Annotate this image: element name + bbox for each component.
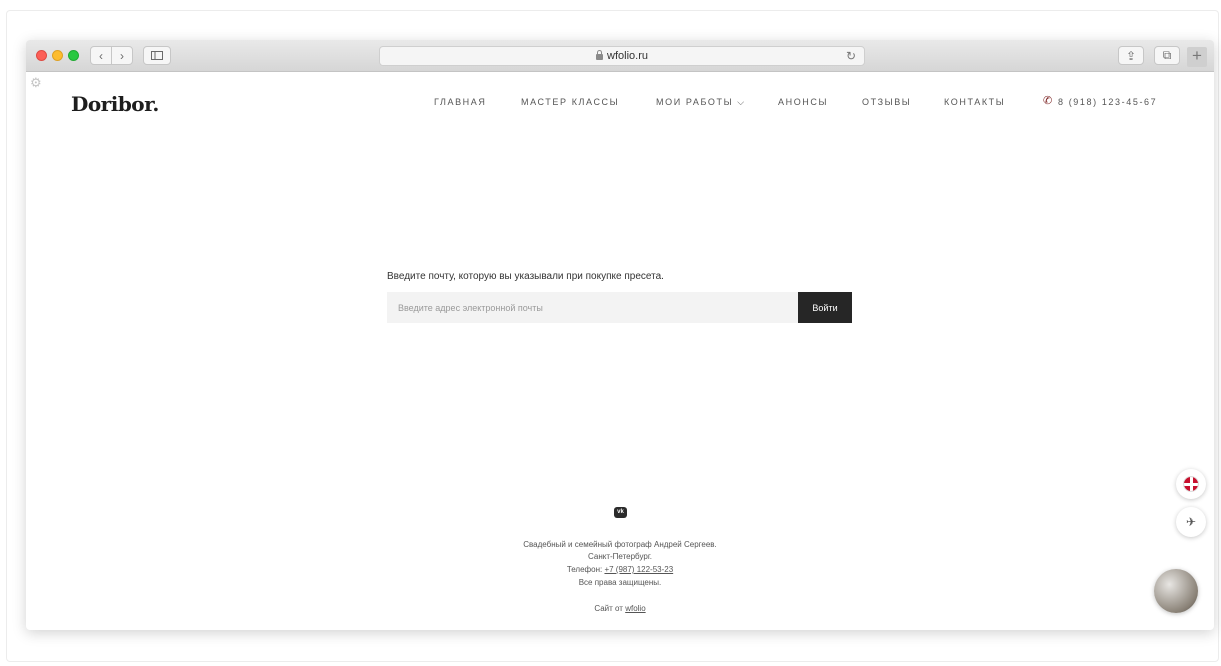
chat-avatar[interactable]: [1154, 569, 1198, 613]
address-bar[interactable]: wfolio.ru ↻: [379, 46, 865, 66]
nav-item-reviews[interactable]: ОТЗЫВЫ: [862, 97, 911, 107]
url-text: wfolio.ru: [607, 50, 648, 62]
browser-toolbar: ‹ › wfolio.ru ↻ ⇪ ⧉ +: [26, 40, 1214, 72]
footer-city: Санкт-Петербург.: [588, 552, 652, 561]
language-button[interactable]: [1176, 469, 1206, 499]
reload-icon[interactable]: ↻: [846, 49, 856, 63]
nav-item-works[interactable]: МОИ РАБОТЫ ⌵: [656, 97, 746, 108]
sidebar-icon: [151, 51, 163, 60]
footer-phone-link[interactable]: +7 (987) 122-53-23: [604, 565, 673, 574]
paper-plane-icon: ✈: [1185, 515, 1197, 529]
login-button[interactable]: Войти: [798, 292, 852, 323]
nav-item-contacts[interactable]: КОНТАКТЫ: [944, 97, 1005, 107]
footer-description: Свадебный и семейный фотограф Андрей Сер…: [523, 540, 717, 549]
header-phone[interactable]: 8 (918) 123-45-67: [1058, 97, 1157, 107]
phone-icon: ✆: [1043, 95, 1053, 107]
show-tabs-button[interactable]: ⧉: [1154, 46, 1180, 65]
uk-flag-icon: [1183, 476, 1199, 492]
nav-item-announcements[interactable]: АНОНСЫ: [778, 97, 828, 107]
browser-window: ‹ › wfolio.ru ↻ ⇪ ⧉ + ⚙ Doribor. ГЛАВНАЯ…: [26, 40, 1214, 630]
footer-phone-line: Телефон: +7 (987) 122-53-23: [26, 565, 1214, 574]
sidebar-toggle-button[interactable]: [143, 46, 171, 65]
gear-icon[interactable]: ⚙: [30, 75, 42, 91]
login-prompt: Введите почту, которую вы указывали при …: [387, 271, 664, 282]
nav-item-home[interactable]: ГЛАВНАЯ: [434, 97, 486, 107]
back-button[interactable]: ‹: [90, 46, 112, 65]
share-icon: ⇪: [1125, 48, 1137, 63]
footer-rights: Все права защищены.: [578, 578, 662, 587]
site-logo[interactable]: Doribor.: [71, 92, 159, 116]
forward-button[interactable]: ›: [111, 46, 133, 65]
maximize-window-button[interactable]: [68, 50, 79, 61]
chevron-left-icon: ‹: [99, 48, 103, 63]
email-field[interactable]: [387, 292, 798, 323]
footer-credit: Сайт от wfolio: [26, 604, 1214, 613]
tabs-icon: ⧉: [1162, 48, 1172, 62]
minimize-window-button[interactable]: [52, 50, 63, 61]
lock-icon: [596, 50, 604, 60]
footer-credit-label: Сайт от: [594, 604, 626, 613]
nav-item-workshops[interactable]: МАСТЕР КЛАССЫ: [521, 97, 619, 107]
close-window-button[interactable]: [36, 50, 47, 61]
share-button[interactable]: ⇪: [1118, 46, 1144, 65]
wfolio-link[interactable]: wfolio: [625, 604, 645, 613]
vk-icon[interactable]: vk: [614, 507, 627, 518]
new-tab-button[interactable]: +: [1187, 47, 1207, 67]
chevron-right-icon: ›: [120, 48, 124, 63]
footer-phone-label: Телефон:: [566, 565, 605, 574]
send-message-button[interactable]: ✈: [1176, 507, 1206, 537]
